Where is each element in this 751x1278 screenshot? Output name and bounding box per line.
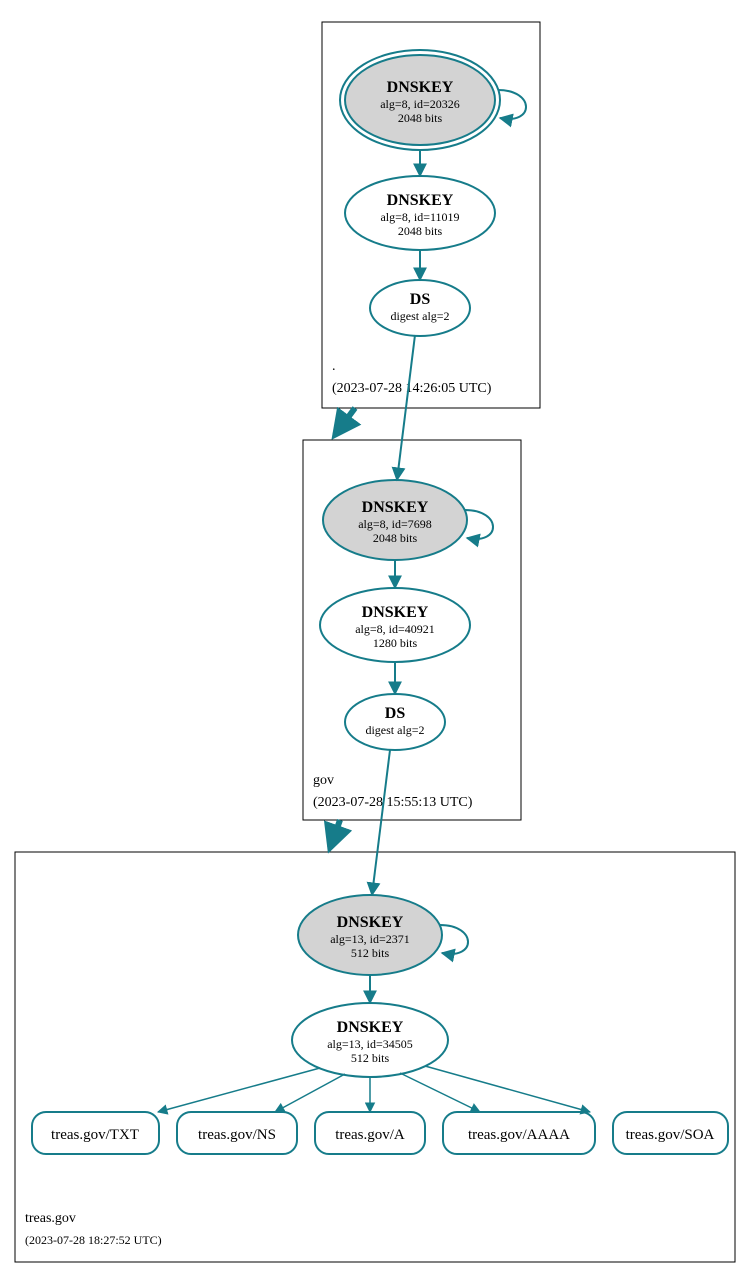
edge-gov-zone-treas-zone [330,820,340,848]
gov-ksk-title: DNSKEY [362,499,429,516]
edge-zsk-soa [425,1066,590,1112]
root-ksk-alg: alg=8, id=20326 [380,97,460,111]
record-ns-label: treas.gov/NS [198,1127,276,1143]
dnssec-diagram: . (2023-07-28 14:26:05 UTC) DNSKEY alg=8… [0,0,751,1278]
node-gov-ds: DS digest alg=2 [345,694,445,750]
zone-treas: treas.gov (2023-07-28 18:27:52 UTC) DNSK… [15,750,735,1262]
root-ksk-bits: 2048 bits [398,111,443,125]
gov-zsk-bits: 1280 bits [373,636,418,650]
record-txt: treas.gov/TXT [32,1112,159,1154]
node-treas-ksk: DNSKEY alg=13, id=2371 512 bits [298,895,442,975]
edge-root-ksk-self [498,90,526,119]
record-a: treas.gov/A [315,1112,425,1154]
edge-root-zone-gov-zone [335,408,355,435]
node-root-ksk: DNSKEY alg=8, id=20326 2048 bits [340,50,500,150]
root-zsk-alg: alg=8, id=11019 [380,210,459,224]
record-soa-label: treas.gov/SOA [626,1127,715,1143]
zone-gov-timestamp: (2023-07-28 15:55:13 UTC) [313,795,473,810]
gov-ds-title: DS [385,705,406,722]
node-treas-zsk: DNSKEY alg=13, id=34505 512 bits [292,1003,448,1077]
gov-ksk-alg: alg=8, id=7698 [358,517,432,531]
node-gov-ksk: DNSKEY alg=8, id=7698 2048 bits [323,480,467,560]
gov-ksk-bits: 2048 bits [373,531,418,545]
edge-gov-ds-treas-ksk [372,750,390,895]
edge-zsk-ns [275,1074,345,1112]
root-ksk-title: DNSKEY [387,79,454,96]
root-zsk-title: DNSKEY [387,192,454,209]
record-ns: treas.gov/NS [177,1112,297,1154]
treas-zsk-bits: 512 bits [351,1051,390,1065]
record-a-label: treas.gov/A [335,1127,405,1143]
zone-root-timestamp: (2023-07-28 14:26:05 UTC) [332,381,492,396]
treas-zsk-alg: alg=13, id=34505 [327,1037,413,1051]
root-zsk-bits: 2048 bits [398,224,443,238]
gov-zsk-alg: alg=8, id=40921 [355,622,435,636]
record-aaaa-label: treas.gov/AAAA [468,1127,570,1143]
record-txt-label: treas.gov/TXT [51,1127,139,1143]
zone-gov-name: gov [313,773,334,788]
zone-root: . (2023-07-28 14:26:05 UTC) DNSKEY alg=8… [322,22,540,408]
gov-zsk-title: DNSKEY [362,604,429,621]
zone-root-name: . [332,359,336,374]
edge-gov-ksk-self [465,510,493,539]
zone-treas-name: treas.gov [25,1211,76,1226]
gov-ds-alg: digest alg=2 [365,723,424,737]
node-gov-zsk: DNSKEY alg=8, id=40921 1280 bits [320,588,470,662]
edge-zsk-aaaa [400,1073,480,1112]
record-soa: treas.gov/SOA [613,1112,728,1154]
node-root-zsk: DNSKEY alg=8, id=11019 2048 bits [345,176,495,250]
treas-ksk-alg: alg=13, id=2371 [330,932,410,946]
root-ds-alg: digest alg=2 [390,309,449,323]
treas-zsk-title: DNSKEY [337,1019,404,1036]
edge-treas-ksk-self [440,925,468,954]
root-ds-title: DS [410,291,431,308]
treas-ksk-title: DNSKEY [337,914,404,931]
edge-zsk-txt [158,1068,320,1112]
record-aaaa: treas.gov/AAAA [443,1112,595,1154]
node-root-ds: DS digest alg=2 [370,280,470,336]
treas-ksk-bits: 512 bits [351,946,390,960]
zone-treas-timestamp: (2023-07-28 18:27:52 UTC) [25,1233,162,1247]
